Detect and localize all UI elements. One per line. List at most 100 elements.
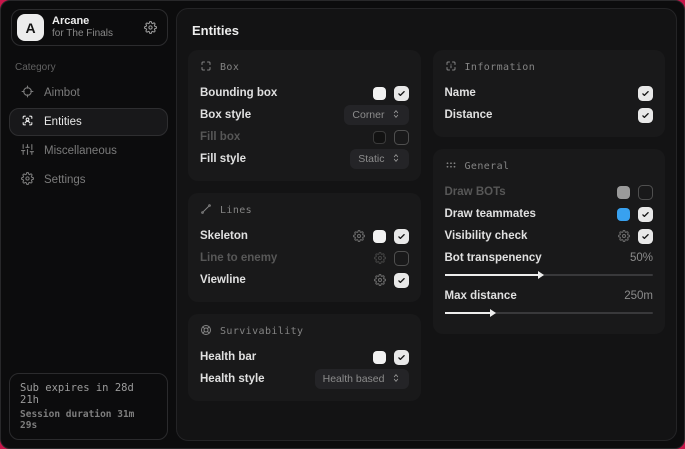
information-card-title: Information [465, 62, 536, 73]
lines-card-header: Lines [200, 203, 409, 218]
line-to-enemy-checkbox[interactable] [394, 251, 409, 266]
setting-label: Bounding box [200, 87, 277, 99]
sidebar-nav: Aimbot Entities Miscellaneous Settings [1, 79, 176, 194]
sidebar-item-settings[interactable]: Settings [9, 166, 168, 194]
draw-bots-checkbox[interactable] [638, 185, 653, 200]
visibility-check-checkbox[interactable] [638, 229, 653, 244]
fill-style-select[interactable]: Static [350, 149, 408, 169]
sidebar-item-label: Entities [44, 116, 82, 128]
bounding-box-icon [200, 60, 212, 75]
fill-box-color-swatch[interactable] [373, 131, 386, 144]
information-card: Information Name Distance [433, 50, 666, 137]
setting-label: Max distance [445, 290, 517, 302]
app-logo-letter: A [25, 20, 35, 36]
info-scan-icon [445, 60, 457, 75]
box-style-row: Box style Corner [200, 104, 409, 126]
lines-card: Lines Skeleton Line to enemy [188, 193, 421, 302]
left-column: Box Bounding box Box style Corner [188, 50, 421, 413]
health-style-select[interactable]: Health based [315, 369, 409, 389]
account-gear-icon[interactable] [144, 21, 157, 34]
unfold-icon [391, 153, 401, 166]
app-logo: A [17, 14, 44, 41]
card-columns: Box Bounding box Box style Corner [177, 50, 676, 413]
session-duration-text: Session duration 31m 29s [20, 409, 157, 431]
skeleton-checkbox[interactable] [394, 229, 409, 244]
setting-label: Skeleton [200, 230, 248, 242]
survivability-card: Survivability Health bar Health style He… [188, 314, 421, 401]
app-name: Arcane [52, 15, 113, 28]
name-checkbox[interactable] [638, 86, 653, 101]
draw-bots-row: Draw BOTs [445, 181, 654, 203]
entity-scan-icon [21, 114, 34, 130]
page-title: Entities [177, 9, 676, 50]
gear-icon [21, 172, 34, 188]
health-style-row: Health style Health based [200, 368, 409, 390]
skeleton-gear-icon[interactable] [353, 230, 365, 242]
slider-fill-thumb[interactable] [445, 312, 491, 314]
health-bar-row: Health bar [200, 346, 409, 368]
category-label: Category [15, 62, 176, 73]
general-card-header: General [445, 159, 654, 174]
draw-bots-color-swatch[interactable] [617, 186, 630, 199]
slider-fill-thumb[interactable] [445, 274, 539, 276]
max-distance-value: 250m [624, 290, 653, 302]
subscription-status: Sub expires in 28d 21h Session duration … [9, 373, 168, 440]
setting-label: Distance [445, 109, 493, 121]
visibility-check-row: Visibility check [445, 225, 654, 247]
max-distance-label-row: Max distance 250m [445, 285, 654, 307]
draw-teammates-checkbox[interactable] [638, 207, 653, 222]
viewline-checkbox[interactable] [394, 273, 409, 288]
skeleton-color-swatch[interactable] [373, 230, 386, 243]
unfold-icon [391, 373, 401, 386]
main-panel: Entities Box Bounding box [176, 8, 677, 441]
app-header: A Arcane for The Finals [11, 9, 168, 46]
distance-checkbox[interactable] [638, 108, 653, 123]
visibility-check-gear-icon[interactable] [618, 230, 630, 242]
setting-label: Health style [200, 373, 265, 385]
crosshair-icon [21, 85, 34, 101]
box-card-title: Box [220, 62, 239, 73]
box-style-select[interactable]: Corner [344, 105, 408, 125]
fill-box-row: Fill box [200, 126, 409, 148]
setting-label: Box style [200, 109, 251, 121]
sidebar: A Arcane for The Finals Category Aimbot … [1, 1, 176, 448]
distance-row: Distance [445, 104, 654, 126]
bounding-box-checkbox[interactable] [394, 86, 409, 101]
fill-box-checkbox[interactable] [394, 130, 409, 145]
setting-label: Draw teammates [445, 208, 536, 220]
sidebar-item-miscellaneous[interactable]: Miscellaneous [9, 137, 168, 165]
sidebar-item-label: Settings [44, 174, 86, 186]
unfold-icon [391, 109, 401, 122]
bot-transparency-slider[interactable] [445, 270, 654, 280]
health-style-value: Health based [323, 373, 385, 385]
setting-label: Line to enemy [200, 252, 277, 264]
app-subtitle: for The Finals [52, 28, 113, 40]
health-bar-checkbox[interactable] [394, 350, 409, 365]
setting-label: Fill style [200, 153, 246, 165]
fill-style-value: Static [358, 153, 384, 165]
draw-teammates-row: Draw teammates [445, 203, 654, 225]
bot-transparency-label-row: Bot transpenency 50% [445, 247, 654, 269]
setting-label: Fill box [200, 131, 240, 143]
desktop-background: A Arcane for The Finals Category Aimbot … [0, 0, 685, 449]
general-card: General Draw BOTs Draw teammates [433, 149, 666, 334]
box-card-header: Box [200, 60, 409, 75]
health-bar-color-swatch[interactable] [373, 351, 386, 364]
bounding-box-row: Bounding box [200, 82, 409, 104]
max-distance-slider[interactable] [445, 308, 654, 318]
line-to-enemy-gear-icon[interactable] [374, 252, 386, 264]
viewline-gear-icon[interactable] [374, 274, 386, 286]
sidebar-item-label: Aimbot [44, 87, 80, 99]
setting-label: Name [445, 87, 476, 99]
sidebar-item-aimbot[interactable]: Aimbot [9, 79, 168, 107]
viewline-row: Viewline [200, 269, 409, 291]
sidebar-item-entities[interactable]: Entities [9, 108, 168, 136]
survivability-card-header: Survivability [200, 324, 409, 339]
lifebuoy-icon [200, 324, 212, 339]
draw-teammates-color-swatch[interactable] [617, 208, 630, 221]
skeleton-row: Skeleton [200, 225, 409, 247]
setting-label: Visibility check [445, 230, 528, 242]
bounding-box-color-swatch[interactable] [373, 87, 386, 100]
lines-card-title: Lines [220, 205, 252, 216]
dots-grid-icon [445, 159, 457, 174]
